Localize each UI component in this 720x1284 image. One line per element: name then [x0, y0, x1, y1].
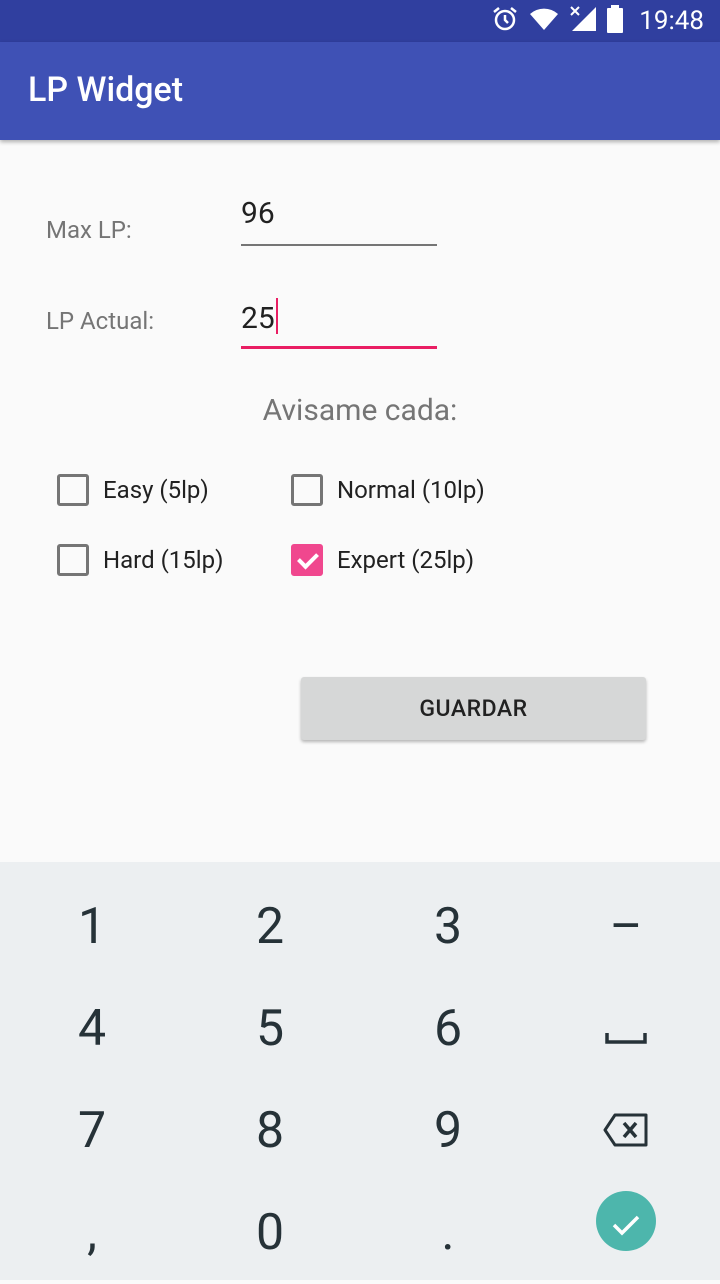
key-done[interactable] [536, 1170, 716, 1272]
space-icon [605, 1000, 647, 1058]
key-minus[interactable]: – [536, 876, 716, 978]
signal-icon [569, 5, 597, 37]
checkbox-box[interactable] [291, 474, 323, 506]
checkbox-expert[interactable]: Expert (25lp) [291, 544, 474, 576]
key-1[interactable]: 1 [2, 876, 182, 978]
key-9[interactable]: 9 [358, 1080, 538, 1182]
max-lp-field[interactable]: 96 [241, 194, 437, 246]
key-6[interactable]: 6 [358, 978, 538, 1080]
key-0[interactable]: 0 [180, 1182, 360, 1284]
key-backspace[interactable] [536, 1080, 716, 1182]
checkbox-expert-label: Expert (25lp) [337, 546, 475, 574]
text-cursor [275, 298, 278, 334]
max-lp-label: Max LP: [46, 216, 132, 244]
checkbox-easy-label: Easy (5lp) [103, 476, 209, 504]
app-bar: LP Widget [0, 42, 720, 140]
key-3[interactable]: 3 [358, 876, 538, 978]
wifi-icon [529, 6, 559, 36]
status-icons: 19:48 [491, 0, 704, 42]
backspace-icon [603, 1102, 649, 1160]
checkbox-hard[interactable]: Hard (15lp) [57, 544, 223, 576]
alarm-icon [491, 5, 519, 37]
checkbox-box-checked[interactable] [291, 544, 323, 576]
max-lp-value: 96 [241, 196, 275, 231]
key-4[interactable]: 4 [2, 978, 182, 1080]
checkmark-icon [611, 1192, 641, 1250]
status-bar: 19:48 [0, 0, 720, 42]
key-period[interactable]: . [358, 1182, 538, 1284]
lp-actual-label: LP Actual: [46, 307, 155, 335]
checkbox-normal-label: Normal (10lp) [337, 476, 485, 504]
notify-heading: Avisame cada: [262, 393, 458, 428]
status-time: 19:48 [639, 6, 704, 36]
lp-actual-value: 25 [241, 301, 275, 336]
checkbox-box[interactable] [57, 474, 89, 506]
checkbox-hard-label: Hard (15lp) [103, 546, 224, 574]
key-7[interactable]: 7 [2, 1080, 182, 1182]
checkbox-easy[interactable]: Easy (5lp) [57, 474, 209, 506]
key-space[interactable] [536, 978, 716, 1080]
save-button[interactable]: GUARDAR [301, 677, 646, 740]
key-8[interactable]: 8 [180, 1080, 360, 1182]
app-title: LP Widget [28, 70, 184, 110]
checkbox-normal[interactable]: Normal (10lp) [291, 474, 485, 506]
lp-actual-field[interactable]: 25 [241, 296, 437, 349]
numeric-keyboard: 1 2 3 – 4 5 6 7 8 9 , 0 . [0, 862, 720, 1280]
done-key-circle [596, 1191, 656, 1251]
key-5[interactable]: 5 [180, 978, 360, 1080]
checkbox-box[interactable] [57, 544, 89, 576]
key-comma[interactable]: , [2, 1182, 182, 1284]
key-2[interactable]: 2 [180, 876, 360, 978]
battery-icon [607, 5, 624, 37]
